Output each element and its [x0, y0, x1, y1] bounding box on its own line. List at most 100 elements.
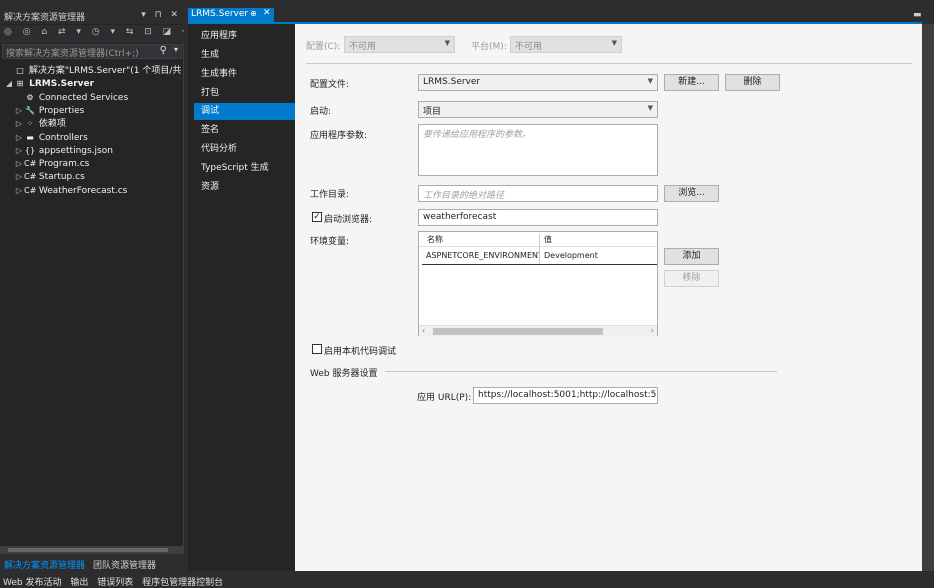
- tree-item-label: Program.cs: [36, 159, 90, 170]
- native-debug-checkbox[interactable]: [312, 344, 322, 354]
- nav-item-signing[interactable]: 签名: [194, 122, 295, 139]
- nav-item-build-events[interactable]: 生成事件: [194, 66, 295, 83]
- panel-window-controls[interactable]: ▾ ⊓ ✕: [141, 10, 181, 20]
- solution-explorer-scrollbar[interactable]: [0, 546, 184, 554]
- solution-explorer-search-input[interactable]: 搜索解决方案资源管理器(Ctrl+;) ⚲ ▾: [2, 44, 182, 59]
- tree-item-label: appsettings.json: [36, 145, 113, 156]
- tree-item[interactable]: ▷ C# Startup.cs: [0, 170, 184, 183]
- web-server-section-label: Web 服务器设置: [310, 369, 378, 379]
- expand-arrow-icon[interactable]: ◢: [4, 77, 14, 90]
- tree-item-solution[interactable]: □ 解决方案"LRMS.Server"(1 个项目/共 1 个: [0, 64, 184, 77]
- table-row[interactable]: ASPNETCORE_ENVIRONMENT Development: [422, 249, 657, 265]
- config-select[interactable]: 不可用 ▼: [344, 36, 455, 53]
- expand-arrow-icon[interactable]: ▷: [14, 144, 24, 157]
- expand-arrow-icon[interactable]: ▷: [14, 117, 24, 130]
- solution-explorer-panel: 解决方案资源管理器 ▾ ⊓ ✕ ◎ ◎ ⌂ ⇄ ▾ ◷ ▾ ⇆ ⊡ ◪ ─ 搜索…: [0, 8, 184, 554]
- nav-item-resources[interactable]: 资源: [194, 179, 295, 196]
- workdir-placeholder: 工作目录的绝对路径: [423, 191, 505, 201]
- tab-package-manager-console[interactable]: 程序包管理器控制台: [139, 575, 226, 588]
- env-grid-scrollbar[interactable]: ‹ ›: [419, 325, 657, 336]
- file-type-icon: ⁘: [26, 119, 34, 129]
- launch-select[interactable]: 项目 ▼: [418, 101, 658, 118]
- tab-error-list[interactable]: 错误列表: [94, 575, 136, 588]
- page-scrollbar[interactable]: [922, 24, 934, 571]
- nav-active-pointer: [283, 103, 293, 121]
- config-label: 配置(C):: [306, 42, 341, 52]
- add-env-button[interactable]: 添加: [664, 248, 719, 265]
- file-type-icon: 🔧: [25, 105, 35, 115]
- nav-item-code-analysis[interactable]: 代码分析: [194, 141, 295, 158]
- close-icon[interactable]: ✕: [263, 8, 271, 18]
- tree-item[interactable]: ▷ ⁘ 依赖项: [0, 117, 184, 130]
- tree-item-project[interactable]: ◢ ⊞ LRMS.Server: [0, 77, 184, 90]
- nav-item-package[interactable]: 打包: [194, 85, 295, 102]
- tab-web-publish[interactable]: Web 发布活动: [0, 575, 64, 588]
- app-url-value: https://localhost:5001;http://localhost:…: [478, 390, 658, 400]
- tree-item-label: 解决方案"LRMS.Server"(1 个项目/共 1 个: [28, 66, 184, 76]
- tree-item[interactable]: ▷{} appsettings.json: [0, 144, 184, 157]
- tree-item-label: LRMS.Server: [26, 79, 95, 90]
- profile-label: 配置文件:: [310, 80, 350, 90]
- tree-item[interactable]: ▷ ▬ Controllers: [0, 131, 184, 144]
- profile-select[interactable]: LRMS.Server ▼: [418, 74, 658, 91]
- tree-item-label: Controllers: [36, 132, 88, 143]
- env-variables-grid[interactable]: 名称 值 ASPNETCORE_ENVIRONMENT Development …: [418, 231, 658, 336]
- tab-output[interactable]: 输出: [67, 575, 91, 588]
- tree-item-label: Startup.cs: [36, 172, 85, 183]
- app-url-input[interactable]: https://localhost:5001;http://localhost:…: [473, 387, 658, 404]
- file-type-icon: C#: [24, 159, 37, 169]
- platform-label: 平台(M):: [471, 42, 507, 52]
- chevron-down-icon: ▼: [647, 104, 653, 112]
- tab-team-explorer[interactable]: 团队资源管理器: [89, 557, 160, 572]
- tree-item[interactable]: ▷ C# WeatherForecast.cs: [0, 184, 184, 197]
- pin-icon[interactable]: ⊕: [250, 9, 257, 18]
- chevron-left-icon[interactable]: ‹: [422, 326, 425, 335]
- tree-item[interactable]: ▷ 🔧 Properties: [0, 104, 184, 117]
- chevron-down-icon[interactable]: ▾: [174, 45, 178, 54]
- app-args-textarea[interactable]: 要传递给应用程序的参数。: [418, 124, 658, 176]
- new-profile-button[interactable]: 新建...: [664, 74, 719, 91]
- expand-arrow-icon[interactable]: ▷: [14, 157, 24, 170]
- workdir-input[interactable]: 工作目录的绝对路径: [418, 185, 658, 202]
- browse-button[interactable]: 浏览...: [664, 185, 719, 202]
- tree-item-label: WeatherForecast.cs: [36, 185, 128, 196]
- nav-item-debug[interactable]: 调试: [194, 103, 295, 120]
- bottom-tool-tabs: Web 发布活动 输出 错误列表 程序包管理器控制台: [0, 575, 934, 588]
- expand-arrow-icon[interactable]: ▷: [14, 170, 24, 183]
- env-row-value[interactable]: Development: [540, 249, 657, 264]
- tree-item-label: Properties: [36, 105, 85, 116]
- solution-explorer-toolbar[interactable]: ◎ ◎ ⌂ ⇄ ▾ ◷ ▾ ⇆ ⊡ ◪ ─: [0, 25, 184, 43]
- app-args-placeholder: 要传递给应用程序的参数。: [423, 130, 532, 140]
- nav-item-build[interactable]: 生成: [194, 47, 295, 64]
- document-tab[interactable]: LRMS.Server ⊕ ✕: [188, 8, 274, 22]
- remove-env-button[interactable]: 移除: [664, 270, 719, 287]
- scrollbar-thumb[interactable]: [433, 328, 603, 335]
- tab-solution-explorer[interactable]: 解决方案资源管理器: [0, 557, 89, 572]
- platform-value: 不可用: [515, 42, 543, 52]
- document-menu-icon[interactable]: ▬: [913, 10, 922, 20]
- platform-select[interactable]: 不可用 ▼: [510, 36, 622, 53]
- file-type-icon: {}: [24, 145, 36, 155]
- chevron-right-icon[interactable]: ›: [651, 326, 654, 335]
- launch-label: 启动:: [310, 107, 332, 117]
- nav-item-application[interactable]: 应用程序: [194, 28, 295, 45]
- expand-arrow-icon[interactable]: ▷: [14, 184, 24, 197]
- scrollbar-thumb[interactable]: [8, 548, 168, 552]
- env-row-name[interactable]: ASPNETCORE_ENVIRONMENT: [422, 249, 539, 264]
- env-grid-header: 名称 值: [419, 232, 657, 247]
- left-panel-tabs: 解决方案资源管理器 团队资源管理器: [0, 557, 184, 571]
- delete-profile-button[interactable]: 删除: [725, 74, 780, 91]
- launch-browser-url-input[interactable]: weatherforecast: [418, 209, 658, 226]
- search-icon[interactable]: ⚲: [160, 45, 167, 56]
- chevron-down-icon: ▼: [611, 39, 617, 47]
- workdir-label: 工作目录:: [310, 190, 350, 200]
- file-type-icon: ⚙: [26, 92, 34, 102]
- file-type-icon: ▬: [26, 132, 34, 142]
- expand-arrow-icon[interactable]: ▷: [14, 131, 24, 144]
- launch-browser-checkbox[interactable]: ✓: [312, 212, 322, 222]
- tree-item[interactable]: ▷ C# Program.cs: [0, 157, 184, 170]
- launch-browser-label: 启动浏览器:: [324, 215, 373, 225]
- nav-item-typescript-build[interactable]: TypeScript 生成: [194, 160, 295, 177]
- tree-item[interactable]: ⚙ Connected Services: [0, 91, 184, 104]
- expand-arrow-icon[interactable]: ▷: [14, 104, 24, 117]
